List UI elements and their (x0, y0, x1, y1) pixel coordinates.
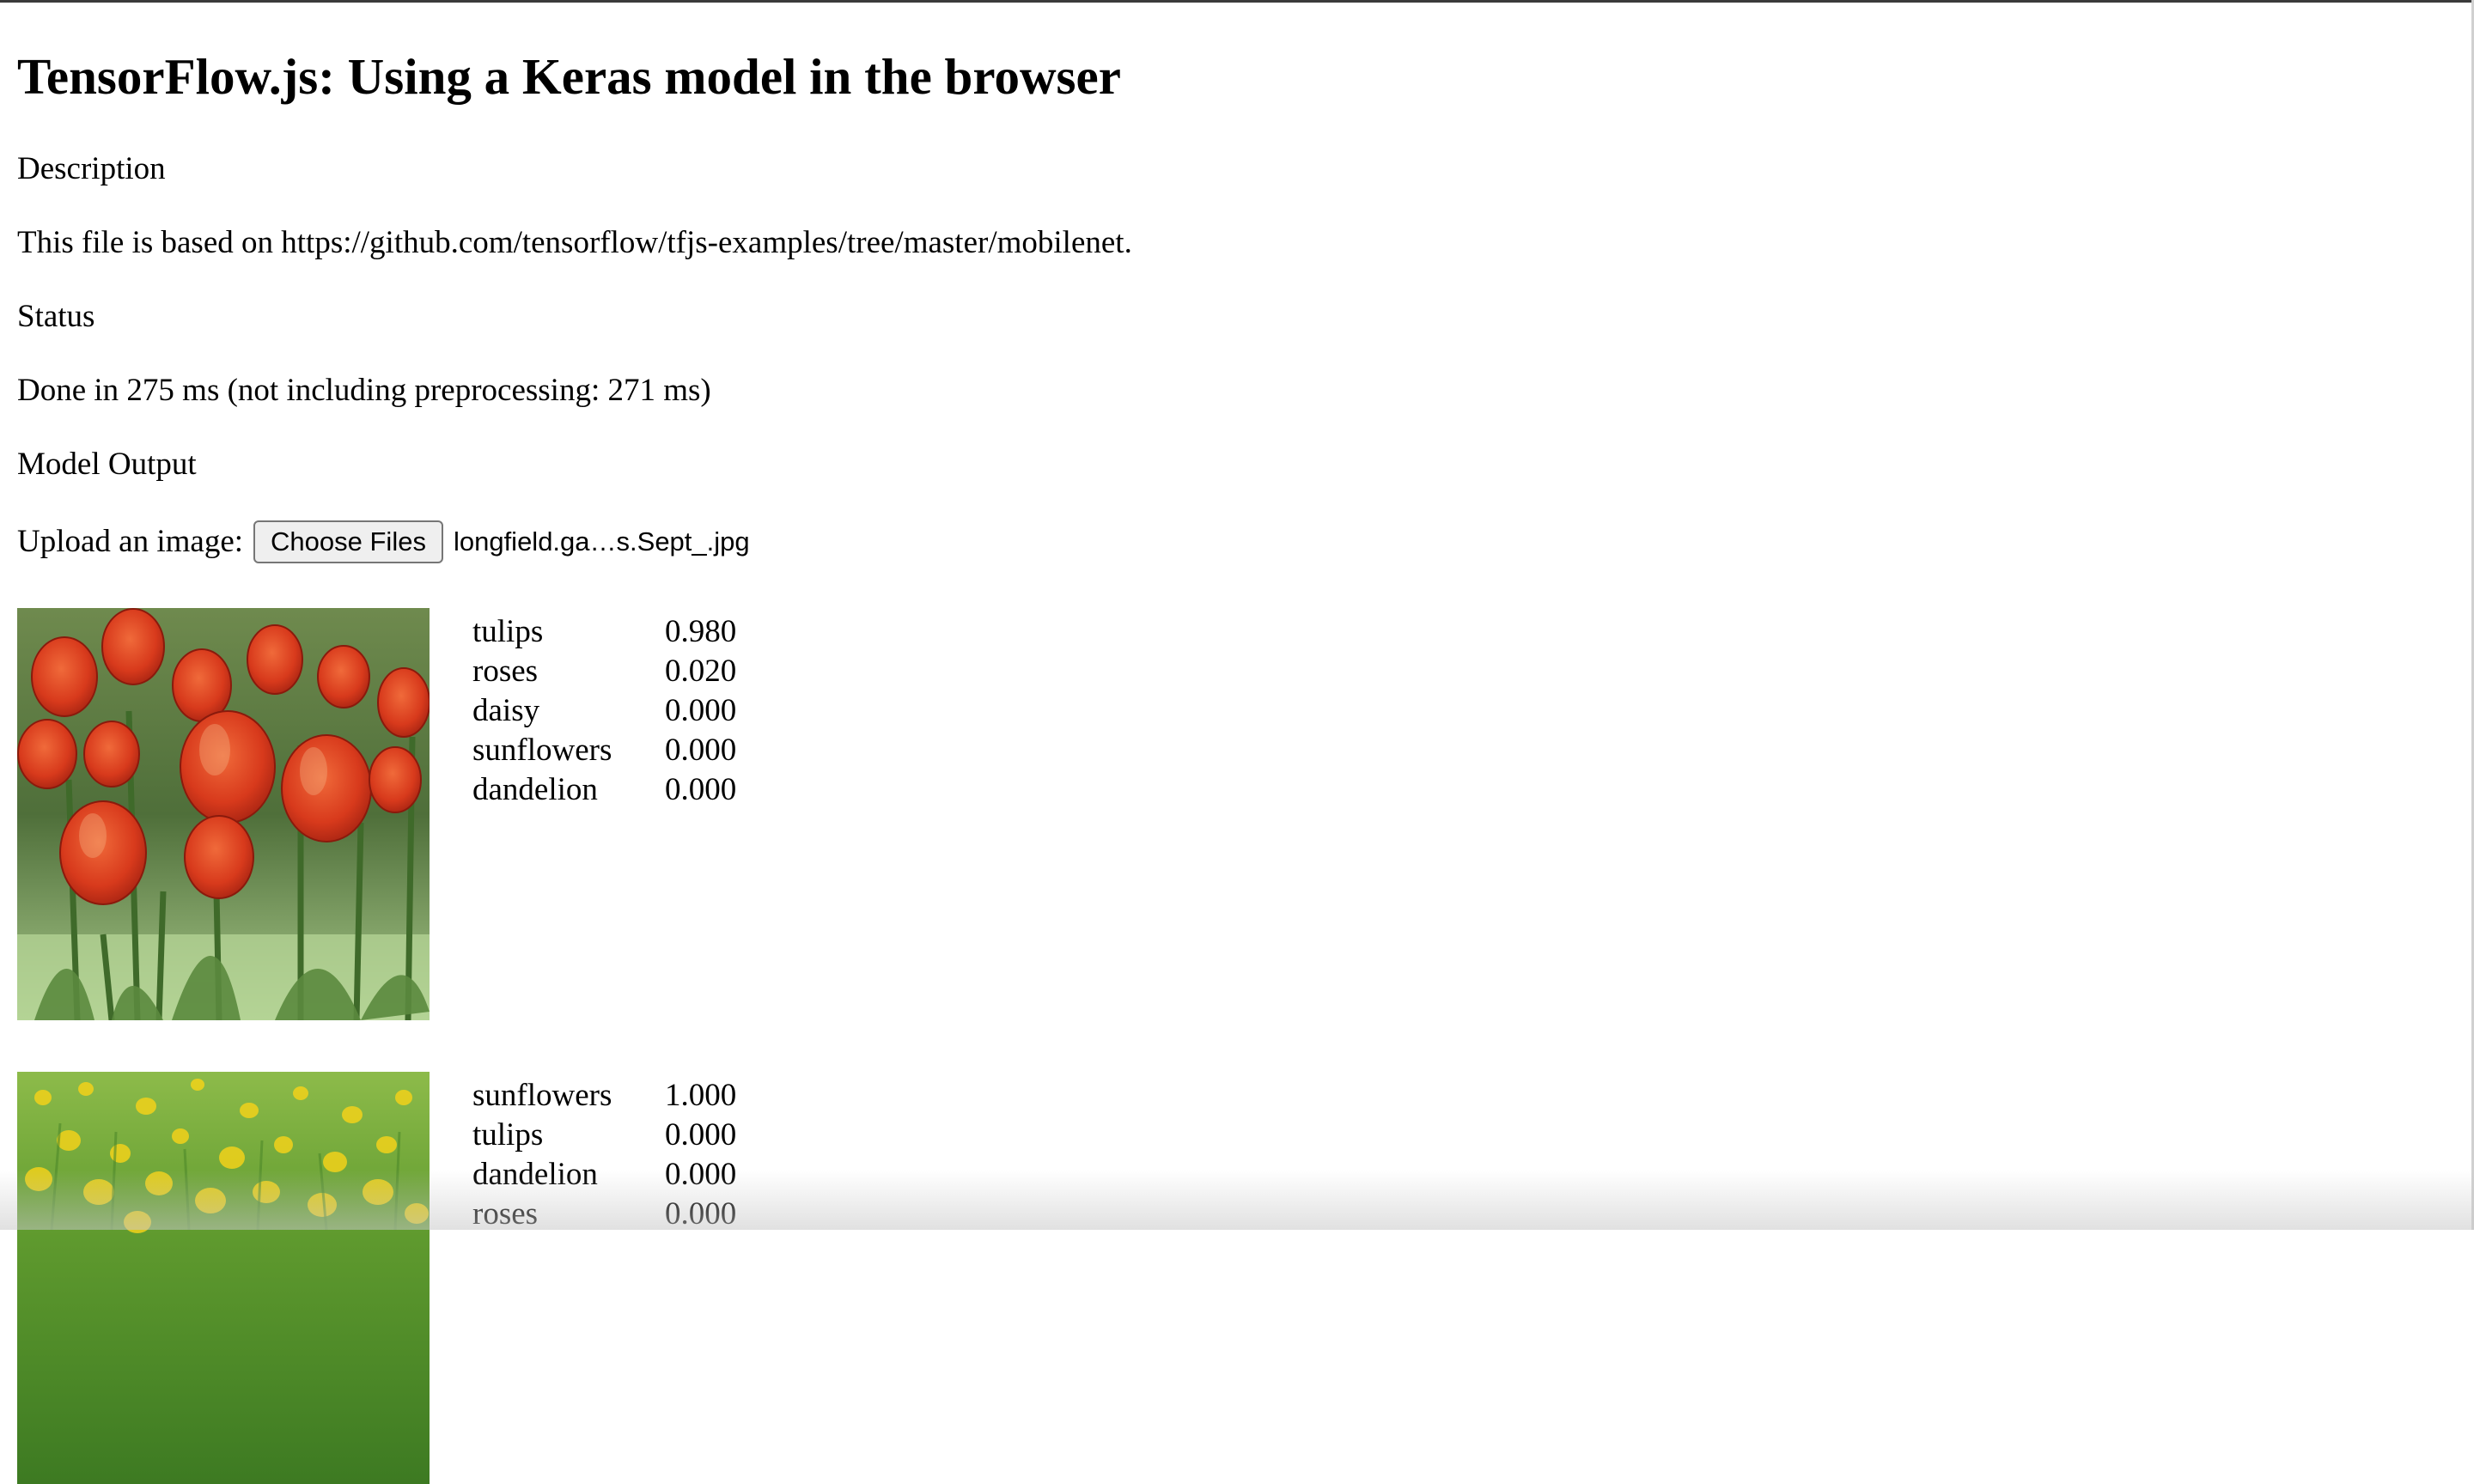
class-label: sunflowers (472, 732, 612, 768)
tulips-image (17, 608, 430, 1020)
prediction-list: tulips 0.980 roses 0.020 daisy 0.000 sun… (472, 611, 768, 809)
prediction-row: roses 0.000 (472, 1194, 768, 1233)
upload-label: Upload an image: (17, 524, 244, 559)
class-probability: 0.000 (665, 1156, 737, 1192)
class-label: roses (472, 1195, 539, 1232)
class-label: tulips (472, 1116, 544, 1153)
window-top-border (0, 0, 2474, 3)
page-title: TensorFlow.js: Using a Keras model in th… (17, 48, 1121, 105)
class-label: roses (472, 653, 539, 689)
class-probability: 0.000 (665, 771, 737, 807)
class-probability: 0.000 (665, 1116, 737, 1153)
class-probability: 0.020 (665, 653, 737, 689)
class-label: dandelion (472, 1156, 598, 1192)
model-output-heading: Model Output (17, 447, 197, 482)
class-label: dandelion (472, 771, 598, 807)
class-probability: 0.000 (665, 692, 737, 728)
class-probability: 0.000 (665, 1195, 737, 1232)
class-probability: 0.000 (665, 732, 737, 768)
prediction-row: daisy 0.000 (472, 690, 768, 730)
prediction-row: dandelion 0.000 (472, 1154, 768, 1194)
choose-files-button[interactable]: Choose Files (253, 520, 443, 563)
status-heading: Status (17, 299, 95, 334)
prediction-row: sunflowers 1.000 (472, 1075, 768, 1115)
class-probability: 1.000 (665, 1077, 737, 1113)
selected-file-name: longfield.ga…s.Sept_.jpg (453, 526, 750, 556)
upload-row: Upload an image: Choose Files longfield.… (17, 518, 750, 566)
prediction-row: dandelion 0.000 (472, 769, 768, 809)
prediction-row: tulips 0.980 (472, 611, 768, 651)
prediction-row: roses 0.020 (472, 651, 768, 690)
prediction-result: sunflowers 1.000 tulips 0.000 dandelion … (17, 1072, 876, 1484)
status-text: Done in 275 ms (not including preprocess… (17, 373, 711, 408)
prediction-row: tulips 0.000 (472, 1115, 768, 1154)
prediction-row: sunflowers 0.000 (472, 730, 768, 769)
class-label: sunflowers (472, 1077, 612, 1113)
class-label: daisy (472, 692, 540, 728)
description-text: This file is based on https://github.com… (17, 225, 1132, 260)
prediction-result: tulips 0.980 roses 0.020 daisy 0.000 sun… (17, 608, 876, 1020)
prediction-list: sunflowers 1.000 tulips 0.000 dandelion … (472, 1075, 768, 1233)
class-label: tulips (472, 613, 544, 649)
description-heading: Description (17, 151, 166, 186)
class-probability: 0.980 (665, 613, 737, 649)
sunflowers-image (17, 1072, 430, 1484)
